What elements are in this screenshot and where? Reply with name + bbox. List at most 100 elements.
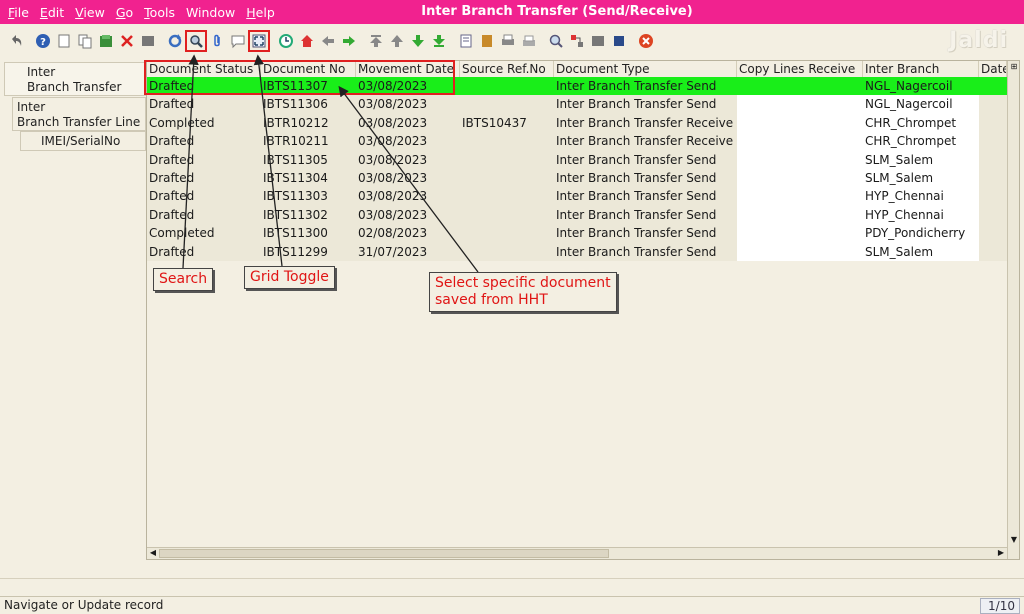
table-row[interactable]: Drafted IBTS11305 03/08/2023 Inter Branch T…: [147, 150, 1019, 169]
cell-inter-branch[interactable]: HYP_Chennai: [863, 205, 979, 225]
scroll-left-icon[interactable]: ◀: [148, 548, 158, 558]
column-header[interactable]: Document Type: [554, 61, 737, 77]
table-row[interactable]: Drafted IBTR10211 03/08/2023 Inter Branch T…: [147, 132, 1019, 151]
cell-inter-branch[interactable]: SLM_Salem: [863, 150, 979, 169]
cell-date[interactable]: [979, 113, 1007, 133]
menu-view[interactable]: View: [75, 5, 105, 20]
cell-source-ref[interactable]: [460, 168, 554, 188]
menu-edit[interactable]: Edit: [40, 5, 64, 20]
cell-date[interactable]: [979, 224, 1007, 243]
forward-icon[interactable]: [339, 31, 359, 51]
undo-icon[interactable]: [6, 31, 26, 51]
table-row[interactable]: Drafted IBTS11304 03/08/2023 Inter Branch T…: [147, 168, 1019, 188]
new-record-icon[interactable]: [54, 31, 74, 51]
table-row[interactable]: Drafted IBTS11302 03/08/2023 Inter Branch T…: [147, 205, 1019, 225]
zoom-icon[interactable]: [546, 31, 566, 51]
scroll-thumb[interactable]: [159, 549, 609, 558]
table-row[interactable]: Completed IBTR10212 03/08/2023 IBTS10437 Int…: [147, 113, 1019, 133]
cell-document-type[interactable]: Inter Branch Transfer Send: [554, 150, 737, 169]
cell-inter-branch[interactable]: HYP_Chennai: [863, 187, 979, 206]
cell-source-ref[interactable]: [460, 242, 554, 261]
home-icon[interactable]: [297, 31, 317, 51]
chat-icon[interactable]: [228, 31, 248, 51]
cell-copy-lines-receive[interactable]: [737, 150, 863, 169]
last-record-icon[interactable]: [429, 31, 449, 51]
cell-date[interactable]: [979, 205, 1007, 225]
cell-source-ref[interactable]: IBTS10437: [460, 113, 554, 133]
scroll-up-icon[interactable]: ⊞: [1009, 62, 1019, 72]
cell-copy-lines-receive[interactable]: [737, 132, 863, 151]
menu-tools[interactable]: Tools: [144, 5, 175, 20]
cell-document-no[interactable]: IBTS11302: [261, 205, 356, 225]
attachment-icon[interactable]: [207, 31, 227, 51]
search-icon[interactable]: [185, 30, 207, 52]
cell-inter-branch[interactable]: SLM_Salem: [863, 168, 979, 188]
cell-copy-lines-receive[interactable]: [737, 187, 863, 206]
cell-document-no[interactable]: IBTS11303: [261, 187, 356, 206]
table-row[interactable]: Drafted IBTS11303 03/08/2023 Inter Branch T…: [147, 187, 1019, 206]
scroll-down-icon[interactable]: ▼: [1009, 535, 1019, 545]
cell-document-type[interactable]: Inter Branch Transfer Send: [554, 168, 737, 188]
request-icon[interactable]: [588, 31, 608, 51]
cell-source-ref[interactable]: [460, 187, 554, 206]
archive-icon[interactable]: [477, 31, 497, 51]
cell-document-no[interactable]: IBTR10212: [261, 113, 356, 133]
next-record-icon[interactable]: [408, 31, 428, 51]
history-icon[interactable]: [276, 31, 296, 51]
cell-date[interactable]: [979, 95, 1007, 114]
tab-inter-branch-transfer[interactable]: Inter Branch Transfer: [4, 62, 146, 96]
cell-document-status[interactable]: Drafted: [147, 150, 261, 169]
cell-document-status[interactable]: Drafted: [147, 205, 261, 225]
grid-toggle-icon[interactable]: [248, 30, 270, 52]
cell-document-no[interactable]: IBTS11299: [261, 242, 356, 261]
cell-inter-branch[interactable]: NGL_Nagercoil: [863, 77, 979, 96]
column-header[interactable]: Document Status: [147, 61, 261, 77]
cell-source-ref[interactable]: [460, 150, 554, 169]
cell-document-type[interactable]: Inter Branch Transfer Send: [554, 224, 737, 243]
cell-document-no[interactable]: IBTS11306: [261, 95, 356, 114]
cell-document-status[interactable]: Completed: [147, 113, 261, 133]
cell-copy-lines-receive[interactable]: [737, 168, 863, 188]
cell-inter-branch[interactable]: CHR_Chrompet: [863, 132, 979, 151]
column-header[interactable]: Document No: [261, 61, 356, 77]
report-icon[interactable]: [456, 31, 476, 51]
cell-date[interactable]: [979, 242, 1007, 261]
column-header[interactable]: Copy Lines Receive: [737, 61, 863, 77]
cell-date[interactable]: [979, 187, 1007, 206]
cell-copy-lines-receive[interactable]: [737, 242, 863, 261]
cell-document-no[interactable]: IBTR10211: [261, 132, 356, 151]
cell-date[interactable]: [979, 132, 1007, 151]
cell-movement-date[interactable]: 03/08/2023: [356, 205, 460, 225]
cell-movement-date[interactable]: 03/08/2023: [356, 77, 460, 96]
cell-date[interactable]: [979, 150, 1007, 169]
print-icon[interactable]: [498, 31, 518, 51]
cell-movement-date[interactable]: 03/08/2023: [356, 132, 460, 151]
cell-source-ref[interactable]: [460, 77, 554, 96]
printer-icon[interactable]: [519, 31, 539, 51]
menu-file[interactable]: File: [8, 5, 29, 20]
cell-inter-branch[interactable]: NGL_Nagercoil: [863, 95, 979, 114]
cell-document-status[interactable]: Drafted: [147, 132, 261, 151]
menu-go[interactable]: Go: [116, 5, 133, 20]
column-header[interactable]: Movement Date: [356, 61, 460, 77]
cell-copy-lines-receive[interactable]: [737, 205, 863, 225]
cell-document-no[interactable]: IBTS11304: [261, 168, 356, 188]
cell-document-type[interactable]: Inter Branch Transfer Send: [554, 242, 737, 261]
cell-document-type[interactable]: Inter Branch Transfer Receive: [554, 132, 737, 151]
scroll-right-icon[interactable]: ▶: [996, 548, 1006, 558]
cell-movement-date[interactable]: 03/08/2023: [356, 168, 460, 188]
tab-inter-branch-transfer-line[interactable]: Inter Branch Transfer Line: [12, 97, 146, 131]
previous-record-icon[interactable]: [387, 31, 407, 51]
save-icon[interactable]: [96, 31, 116, 51]
cell-document-type[interactable]: Inter Branch Transfer Send: [554, 187, 737, 206]
back-icon[interactable]: [318, 31, 338, 51]
vertical-scrollbar[interactable]: ⊞ ▼: [1007, 61, 1019, 559]
cell-movement-date[interactable]: 03/08/2023: [356, 113, 460, 133]
cell-movement-date[interactable]: 03/08/2023: [356, 95, 460, 114]
cell-document-status[interactable]: Drafted: [147, 242, 261, 261]
cell-source-ref[interactable]: [460, 224, 554, 243]
cell-inter-branch[interactable]: SLM_Salem: [863, 242, 979, 261]
tab-imei-serialno[interactable]: IMEI/SerialNo: [20, 131, 146, 151]
table-row[interactable]: Completed IBTS11300 02/08/2023 Inter Branch…: [147, 224, 1019, 243]
help-icon[interactable]: ?: [33, 31, 53, 51]
